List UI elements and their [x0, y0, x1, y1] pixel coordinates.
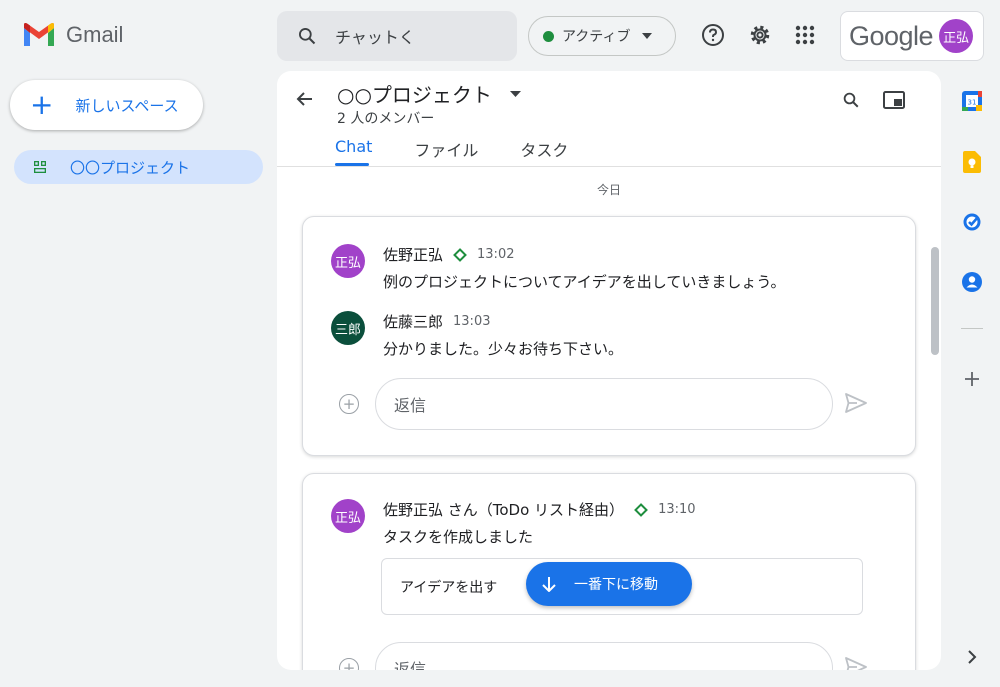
message-time: 13:10	[658, 502, 696, 517]
tab-chat[interactable]: Chat	[335, 137, 372, 161]
member-count[interactable]: 2 人のメンバー	[337, 108, 434, 128]
status-selector[interactable]: アクティブ	[528, 16, 676, 56]
dropdown-caret-icon	[642, 33, 653, 39]
date-divider: 今日	[596, 183, 621, 197]
help-icon[interactable]	[700, 22, 726, 48]
add-attachment-icon[interactable]: +	[339, 394, 359, 414]
scrollbar-thumb[interactable]	[931, 247, 939, 355]
google-logo: Google	[849, 20, 934, 51]
add-attachment-icon[interactable]: +	[339, 658, 359, 670]
account-avatar: 正弘	[939, 19, 974, 53]
diamond-icon	[634, 502, 648, 517]
space-title-text: ○○プロジェクト	[337, 83, 492, 107]
calendar-icon[interactable]: 31	[961, 90, 983, 112]
plus-icon: +	[30, 88, 54, 121]
sender-avatar[interactable]: 三郎	[331, 311, 365, 345]
chat-panel: ○○プロジェクト 2 人のメンバー Chat ファイル タスク 今日 正弘 佐野…	[277, 71, 941, 670]
sender-name[interactable]: 佐野正弘 さん（ToDo リスト経由）	[383, 499, 624, 520]
sender-avatar[interactable]: 正弘	[331, 499, 365, 533]
chevron-right-icon[interactable]	[961, 646, 983, 668]
active-status-dot	[543, 30, 554, 42]
tab-tasks[interactable]: タスク	[520, 137, 568, 161]
send-icon[interactable]	[845, 657, 867, 670]
send-icon[interactable]	[845, 393, 867, 417]
sidebar-item-project[interactable]: 〇〇プロジェクト	[14, 150, 263, 184]
add-icon[interactable]	[961, 368, 983, 390]
status-label: アクティブ	[562, 29, 631, 45]
rail-divider	[961, 328, 983, 329]
sender-name[interactable]: 佐野正弘	[383, 244, 443, 265]
message-text: 例のプロジェクトについてアイデアを出していきましょう。	[383, 273, 786, 291]
search-bar[interactable]: チャットく	[277, 11, 517, 61]
new-space-label: 新しいスペース	[75, 96, 179, 115]
space-title[interactable]: ○○プロジェクト	[337, 79, 521, 108]
gmail-logo[interactable]: Gmail	[22, 22, 123, 48]
sidebar-item-label: 〇〇プロジェクト	[70, 158, 191, 177]
title-caret-icon	[509, 90, 521, 97]
message-time: 13:03	[453, 314, 491, 329]
tab-files[interactable]: ファイル	[414, 137, 478, 161]
account-button[interactable]: Google 正弘	[840, 11, 984, 61]
sender-name[interactable]: 佐藤三郎	[383, 311, 443, 332]
new-space-button[interactable]: + 新しいスペース	[10, 80, 203, 130]
sender-avatar[interactable]: 正弘	[331, 244, 365, 278]
picture-in-picture-icon[interactable]	[883, 91, 905, 113]
jump-to-bottom-button[interactable]: 一番下に移動	[526, 562, 692, 606]
message-header: 佐野正弘 さん（ToDo リスト経由） 13:10	[383, 499, 696, 520]
message-time: 13:02	[477, 247, 515, 262]
keep-icon[interactable]	[961, 151, 983, 173]
message-header: 佐野正弘 13:02	[383, 244, 514, 265]
settings-gear-icon[interactable]	[747, 22, 773, 48]
tasks-icon[interactable]	[961, 211, 983, 233]
app-name: Gmail	[66, 22, 124, 47]
reply-input[interactable]: 返信	[375, 642, 833, 670]
jump-label: 一番下に移動	[574, 577, 658, 593]
back-arrow-icon[interactable]	[295, 89, 315, 113]
diamond-icon	[453, 247, 467, 262]
header-divider	[277, 166, 941, 167]
search-icon	[299, 28, 316, 45]
apps-grid-icon[interactable]	[792, 22, 818, 48]
contacts-icon[interactable]	[961, 271, 983, 293]
space-icon	[34, 161, 46, 173]
search-in-space-icon[interactable]	[842, 91, 860, 113]
arrow-down-icon	[542, 577, 556, 592]
search-input[interactable]: チャットく	[335, 24, 415, 48]
message-text: タスクを作成しました	[383, 528, 534, 546]
message-header: 佐藤三郎 13:03	[383, 311, 490, 332]
gmail-m-icon	[24, 23, 54, 46]
reply-input[interactable]: 返信	[375, 378, 833, 430]
task-title: アイデアを出す	[400, 579, 498, 596]
message-thread: 正弘 佐野正弘 13:02 例のプロジェクトについてアイデアを出していきましょう…	[302, 216, 916, 456]
space-tabs: Chat ファイル タスク	[335, 137, 568, 161]
svg-text:31: 31	[968, 99, 977, 107]
message-text: 分かりました。少々お待ち下さい。	[383, 340, 624, 358]
